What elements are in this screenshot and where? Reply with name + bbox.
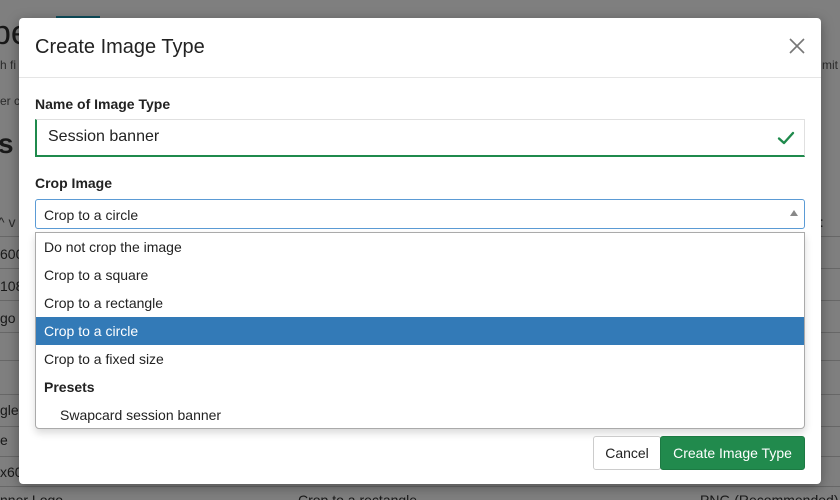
crop-option[interactable]: Crop to a rectangle [36,289,804,317]
crop-select-value: Crop to a circle [44,207,139,223]
crop-dropdown-list: Do not crop the image Crop to a square C… [35,232,805,429]
check-icon [777,131,795,145]
crop-option[interactable]: Crop to a fixed size [36,345,804,373]
name-field-label: Name of Image Type [35,96,171,112]
crop-option-selected[interactable]: Crop to a circle [36,317,804,345]
crop-option[interactable]: Do not crop the image [36,233,804,261]
cancel-button[interactable]: Cancel [593,436,661,470]
modal-header: Create Image Type [19,18,821,78]
close-button[interactable] [787,36,807,56]
crop-option-preset[interactable]: Swapcard session banner [36,401,804,429]
name-input[interactable] [37,120,757,154]
modal-title: Create Image Type [35,36,205,58]
crop-option-group-label: Presets [44,379,95,395]
close-icon [789,38,805,54]
crop-select[interactable]: Crop to a circle [35,199,805,229]
create-image-type-button[interactable]: Create Image Type [660,436,805,470]
name-field[interactable] [35,119,805,157]
crop-field-label: Crop Image [35,175,113,191]
caret-up-icon [790,210,798,216]
crop-option[interactable]: Crop to a square [36,261,804,289]
create-image-type-dialog: Create Image Type Name of Image Type Cro… [19,18,821,484]
